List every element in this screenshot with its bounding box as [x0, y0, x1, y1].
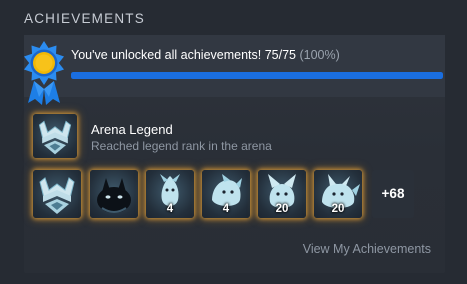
spirit-beast-icon[interactable]: 4: [202, 170, 250, 218]
shadow-creature-icon[interactable]: [90, 170, 138, 218]
featured-achievement-description: Reached legend rank in the arena: [91, 139, 272, 153]
completion-message: You've unlocked all achievements! 75/75 …: [71, 48, 340, 62]
achievement-ribbon-icon: [24, 41, 64, 105]
achievements-panel: You've unlocked all achievements! 75/75 …: [24, 35, 445, 273]
achievement-count: 4: [166, 203, 174, 215]
spirit-fox-icon[interactable]: 20: [258, 170, 306, 218]
spirit-creature-icon[interactable]: 4: [146, 170, 194, 218]
featured-achievement-name: Arena Legend: [91, 122, 173, 137]
completion-percent: (100%): [299, 48, 340, 62]
achievement-count: 20: [331, 203, 345, 215]
view-my-achievements-link[interactable]: View My Achievements: [303, 242, 431, 256]
legend-rank-emblem-icon[interactable]: [33, 170, 81, 218]
achievement-count: 4: [222, 203, 230, 215]
legend-rank-emblem-icon[interactable]: [33, 114, 77, 158]
achievement-count: 20: [275, 203, 289, 215]
completion-progress-bar: [71, 72, 443, 79]
completion-count: You've unlocked all achievements! 75/75: [71, 48, 296, 62]
more-achievements-count[interactable]: +68: [372, 170, 414, 218]
progress-fill: [71, 72, 443, 79]
achievement-summary: You've unlocked all achievements! 75/75 …: [24, 35, 445, 105]
section-title: ACHIEVEMENTS: [24, 11, 145, 26]
spirit-wolf-icon[interactable]: 20: [314, 170, 362, 218]
